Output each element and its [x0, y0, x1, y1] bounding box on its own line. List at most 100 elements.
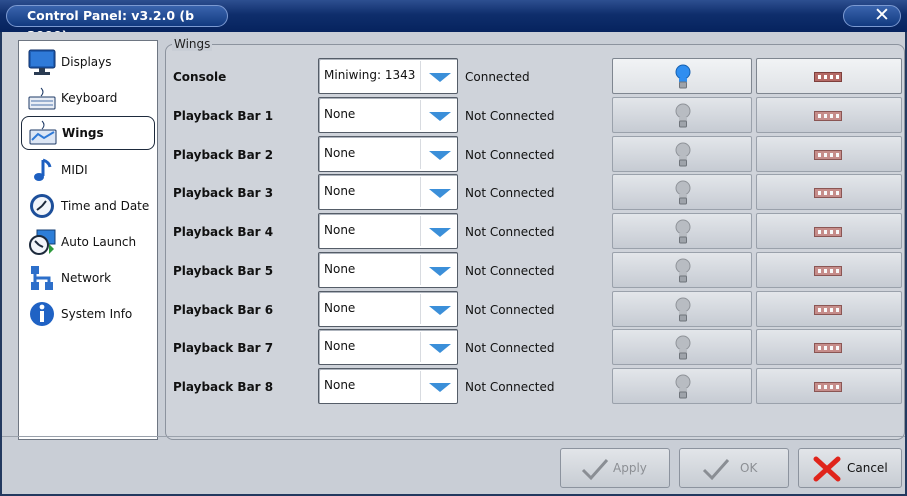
wing-layout-icon — [814, 305, 842, 315]
ok-button[interactable]: OK — [679, 448, 789, 488]
close-icon: ✕ — [874, 4, 890, 26]
wing-config-button[interactable] — [756, 136, 902, 172]
wing-config-button[interactable] — [756, 252, 902, 288]
sidebar-item-label: Network — [61, 271, 112, 285]
identify-button[interactable] — [612, 252, 752, 288]
lightbulb-icon — [675, 142, 691, 167]
wing-config-button[interactable] — [756, 97, 902, 133]
chevron-down-icon — [429, 112, 451, 121]
identify-button[interactable] — [612, 329, 752, 365]
wing-select-value: None — [324, 146, 356, 160]
monitor-icon — [28, 49, 56, 75]
wing-row-label: Playback Bar 1 — [173, 109, 274, 123]
wing-select-value: None — [324, 107, 356, 121]
identify-button[interactable] — [612, 368, 752, 404]
apply-label: Apply — [613, 461, 647, 475]
wing-layout-icon — [814, 227, 842, 237]
combo-divider — [420, 61, 421, 91]
wing-select-value: None — [324, 184, 356, 198]
sidebar-item-system-info[interactable]: System Info — [21, 297, 155, 331]
group-title: Wings — [172, 37, 213, 51]
chevron-down-icon — [429, 151, 451, 160]
clock-icon — [30, 194, 54, 218]
cancel-x-icon — [813, 456, 841, 482]
keyboard-icon — [28, 87, 56, 110]
wing-select[interactable]: Miniwing: 1343 — [318, 58, 458, 94]
identify-button[interactable] — [612, 291, 752, 327]
wing-select[interactable]: None — [318, 136, 458, 172]
sidebar-item-keyboard[interactable]: Keyboard — [21, 81, 155, 115]
sidebar-item-label: Time and Date — [61, 199, 150, 213]
sidebar-item-displays[interactable]: Displays — [21, 45, 155, 79]
wing-select[interactable]: None — [318, 291, 458, 327]
combo-divider — [420, 371, 421, 401]
wing-config-button[interactable] — [756, 291, 902, 327]
identify-button[interactable] — [612, 97, 752, 133]
identify-button[interactable] — [612, 58, 752, 94]
cancel-label: Cancel — [847, 461, 888, 475]
sidebar-item-midi[interactable]: MIDI — [21, 153, 155, 187]
wing-row-label: Playback Bar 7 — [173, 341, 274, 355]
lightbulb-icon — [675, 335, 691, 360]
wing-icon — [29, 120, 57, 145]
chevron-down-icon — [429, 73, 451, 82]
wing-select-value: None — [324, 301, 356, 315]
identify-button[interactable] — [612, 213, 752, 249]
check-icon — [581, 459, 609, 481]
music-note-icon — [34, 158, 52, 181]
wing-select[interactable]: None — [318, 174, 458, 210]
identify-button[interactable] — [612, 174, 752, 210]
wing-layout-icon — [814, 266, 842, 276]
sidebar-item-label: Auto Launch — [61, 235, 137, 249]
auto-launch-icon — [29, 229, 56, 255]
wing-select-value: None — [324, 339, 356, 353]
wing-config-button[interactable] — [756, 174, 902, 210]
wing-status: Not Connected — [465, 148, 555, 162]
wing-status: Not Connected — [465, 380, 555, 394]
wing-select[interactable]: None — [318, 252, 458, 288]
sidebar-item-label: System Info — [61, 307, 133, 321]
wing-layout-icon — [814, 343, 842, 353]
wing-status: Not Connected — [465, 341, 555, 355]
chevron-down-icon — [429, 228, 451, 237]
sidebar-item-wings[interactable]: Wings — [21, 116, 155, 150]
wing-select-value: None — [324, 223, 356, 237]
wing-select[interactable]: None — [318, 368, 458, 404]
sidebar-item-label: Displays — [61, 55, 112, 69]
close-button[interactable]: ✕ — [843, 5, 901, 27]
sidebar: Displays Keyboard Wings MIDI Time and Da… — [18, 40, 158, 440]
combo-divider — [420, 139, 421, 169]
footer-divider — [2, 436, 905, 437]
window-title: Control Panel: v3.2.0 (b 3000) — [6, 5, 228, 43]
wing-config-button[interactable] — [756, 368, 902, 404]
wing-config-button[interactable] — [756, 213, 902, 249]
apply-button[interactable]: Apply — [560, 448, 670, 488]
wing-row-label: Playback Bar 8 — [173, 380, 274, 394]
lightbulb-icon — [675, 219, 691, 244]
sidebar-item-label: Keyboard — [61, 91, 118, 105]
wing-select[interactable]: None — [318, 329, 458, 365]
wing-select-value: Miniwing: 1343 — [324, 68, 416, 82]
wing-row-label: Playback Bar 2 — [173, 148, 274, 162]
wing-status: Not Connected — [465, 225, 555, 239]
sidebar-item-network[interactable]: Network — [21, 261, 155, 295]
info-icon — [30, 302, 54, 326]
combo-divider — [420, 177, 421, 207]
title-bar: Control Panel: v3.2.0 (b 3000) ✕ — [0, 0, 907, 43]
cancel-button[interactable]: Cancel — [798, 448, 902, 488]
wing-select-value: None — [324, 378, 356, 392]
wing-layout-icon — [814, 150, 842, 160]
sidebar-item-time-and-date[interactable]: Time and Date — [21, 189, 155, 223]
wing-status: Not Connected — [465, 303, 555, 317]
wing-layout-icon — [814, 111, 842, 121]
wing-layout-icon — [814, 72, 842, 82]
wing-row-label: Playback Bar 5 — [173, 264, 274, 278]
identify-button[interactable] — [612, 136, 752, 172]
wing-layout-icon — [814, 188, 842, 198]
wing-select[interactable]: None — [318, 213, 458, 249]
wing-config-button[interactable] — [756, 58, 902, 94]
wing-config-button[interactable] — [756, 329, 902, 365]
sidebar-item-auto-launch[interactable]: Auto Launch — [21, 225, 155, 259]
wing-select[interactable]: None — [318, 97, 458, 133]
chevron-down-icon — [429, 189, 451, 198]
